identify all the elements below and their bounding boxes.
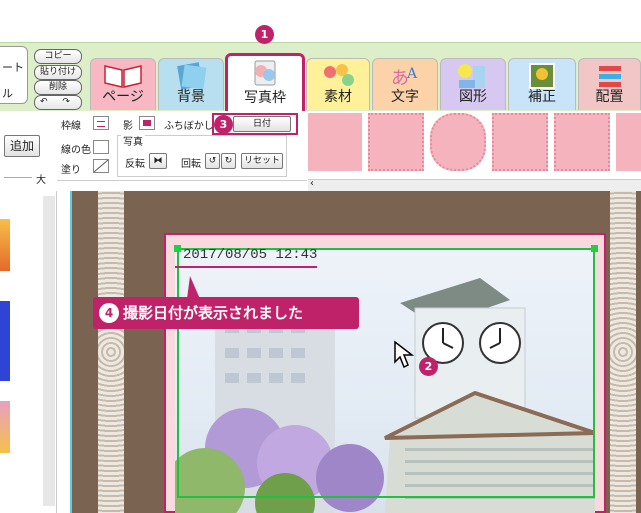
callout-pointer: [187, 276, 200, 299]
step-badge-3: 3: [214, 115, 233, 134]
frame-thumb[interactable]: [308, 113, 362, 171]
app-window: ート ル コピー 貼り付け 削除 ↶ ↷ ページ 背景 写真枠 素材 あ A 文…: [0, 0, 641, 513]
tab-background-label: 背景: [177, 89, 205, 105]
callout-text: 撮影日付が表示されました: [123, 304, 304, 322]
line-color-swatch[interactable]: [93, 140, 109, 154]
frame-thumb[interactable]: [554, 113, 610, 171]
tab-page[interactable]: ページ: [90, 58, 156, 110]
tab-background[interactable]: 背景: [158, 58, 224, 110]
add-button[interactable]: 追加: [4, 135, 40, 157]
photo-label: 写真: [121, 133, 145, 148]
left-card-bottom-label: ル: [2, 87, 13, 100]
reset-button[interactable]: リセット: [241, 153, 283, 169]
frame-thumb[interactable]: [430, 113, 486, 171]
size-label: 大: [36, 175, 46, 186]
delete-button[interactable]: 削除: [34, 80, 82, 95]
tab-correction-label: 補正: [528, 89, 556, 105]
left-tool-card[interactable]: ート ル: [0, 46, 28, 104]
size-slider[interactable]: [4, 177, 32, 178]
paste-button[interactable]: 貼り付け: [34, 65, 82, 80]
tab-shapes-label: 図形: [459, 89, 487, 105]
tab-materials[interactable]: 素材: [306, 58, 370, 110]
frame-thumb[interactable]: [368, 113, 424, 171]
tab-arrange[interactable]: 配置: [578, 58, 641, 110]
tab-photo-frame[interactable]: 写真枠: [225, 53, 305, 111]
tab-materials-label: 素材: [324, 89, 352, 105]
fill-label: 塗り: [61, 165, 81, 176]
scroll-left-icon[interactable]: ‹: [310, 178, 314, 189]
clock-tower-photo: [175, 278, 595, 513]
shadow-label: 影: [123, 121, 133, 132]
frame-settings-panel: 枠線 影 ふちぼかし ☑ 日付 線の色 塗り 写真 反転 ⧓ 回転 ↺ ↻ リセ…: [57, 111, 307, 181]
frame-thumb[interactable]: [616, 113, 641, 171]
frame-gallery: [308, 111, 641, 179]
frame-gallery-scrollbar[interactable]: ‹: [308, 178, 641, 191]
mouse-cursor-icon: [394, 340, 415, 369]
selection-border-left: [177, 248, 179, 498]
date-stamp-underline: [175, 266, 317, 268]
lace-decoration: [98, 191, 124, 513]
fill-swatch[interactable]: [93, 159, 109, 173]
tab-photo-frame-label: 写真枠: [244, 90, 286, 106]
selection-border-bottom: [177, 496, 595, 498]
tab-page-label: ページ: [102, 89, 144, 105]
line-color-label: 線の色: [61, 145, 91, 156]
selection-border-right: [593, 248, 595, 498]
resize-handle[interactable]: [174, 245, 181, 252]
resize-handle[interactable]: [591, 245, 598, 252]
step-badge-2: 2: [419, 357, 438, 376]
thumbnail-item[interactable]: [0, 219, 10, 271]
book-icon: [104, 65, 142, 88]
tab-arrange-label: 配置: [595, 89, 624, 105]
tab-shapes[interactable]: 図形: [440, 58, 506, 110]
rotate-label: 回転: [181, 159, 201, 170]
left-card-top-label: ート: [2, 61, 24, 74]
photo-image[interactable]: [175, 248, 595, 513]
result-callout: 4 撮影日付が表示されました: [93, 297, 359, 329]
step-badge-1: 1: [255, 25, 274, 44]
photo-frame-icon: [254, 60, 276, 86]
flip-icon[interactable]: ⧓: [149, 153, 167, 169]
thumbnail-item[interactable]: [0, 401, 10, 453]
tab-correction[interactable]: 補正: [508, 58, 576, 110]
tab-text[interactable]: あ A 文字: [372, 58, 438, 110]
sidebar-scrollbar[interactable]: [43, 196, 55, 506]
lace-decoration: [610, 191, 636, 513]
blur-label: ふちぼかし: [164, 121, 214, 132]
rotate-left-icon[interactable]: ↺: [205, 153, 220, 169]
page-guide: [70, 191, 72, 513]
tab-text-label: 文字: [391, 89, 419, 105]
frame-thumb[interactable]: [492, 113, 548, 171]
undo-redo-button[interactable]: ↶ ↷: [34, 95, 82, 110]
copy-button[interactable]: コピー: [34, 49, 82, 64]
callout-step-number: 4: [99, 303, 119, 323]
left-tools: 追加 大: [0, 111, 57, 191]
date-button[interactable]: 日付: [233, 116, 291, 132]
shadow-button[interactable]: [139, 116, 155, 130]
flip-label: 反転: [125, 159, 145, 170]
date-stamp: 2017/08/05 12:43: [183, 247, 318, 263]
rotate-right-icon[interactable]: ↻: [221, 153, 236, 169]
svg-text:A: A: [406, 66, 418, 82]
border-label: 枠線: [61, 121, 81, 132]
border-style-button[interactable]: [93, 116, 109, 130]
thumbnail-item[interactable]: [0, 301, 10, 381]
materials-icon: [324, 64, 354, 86]
